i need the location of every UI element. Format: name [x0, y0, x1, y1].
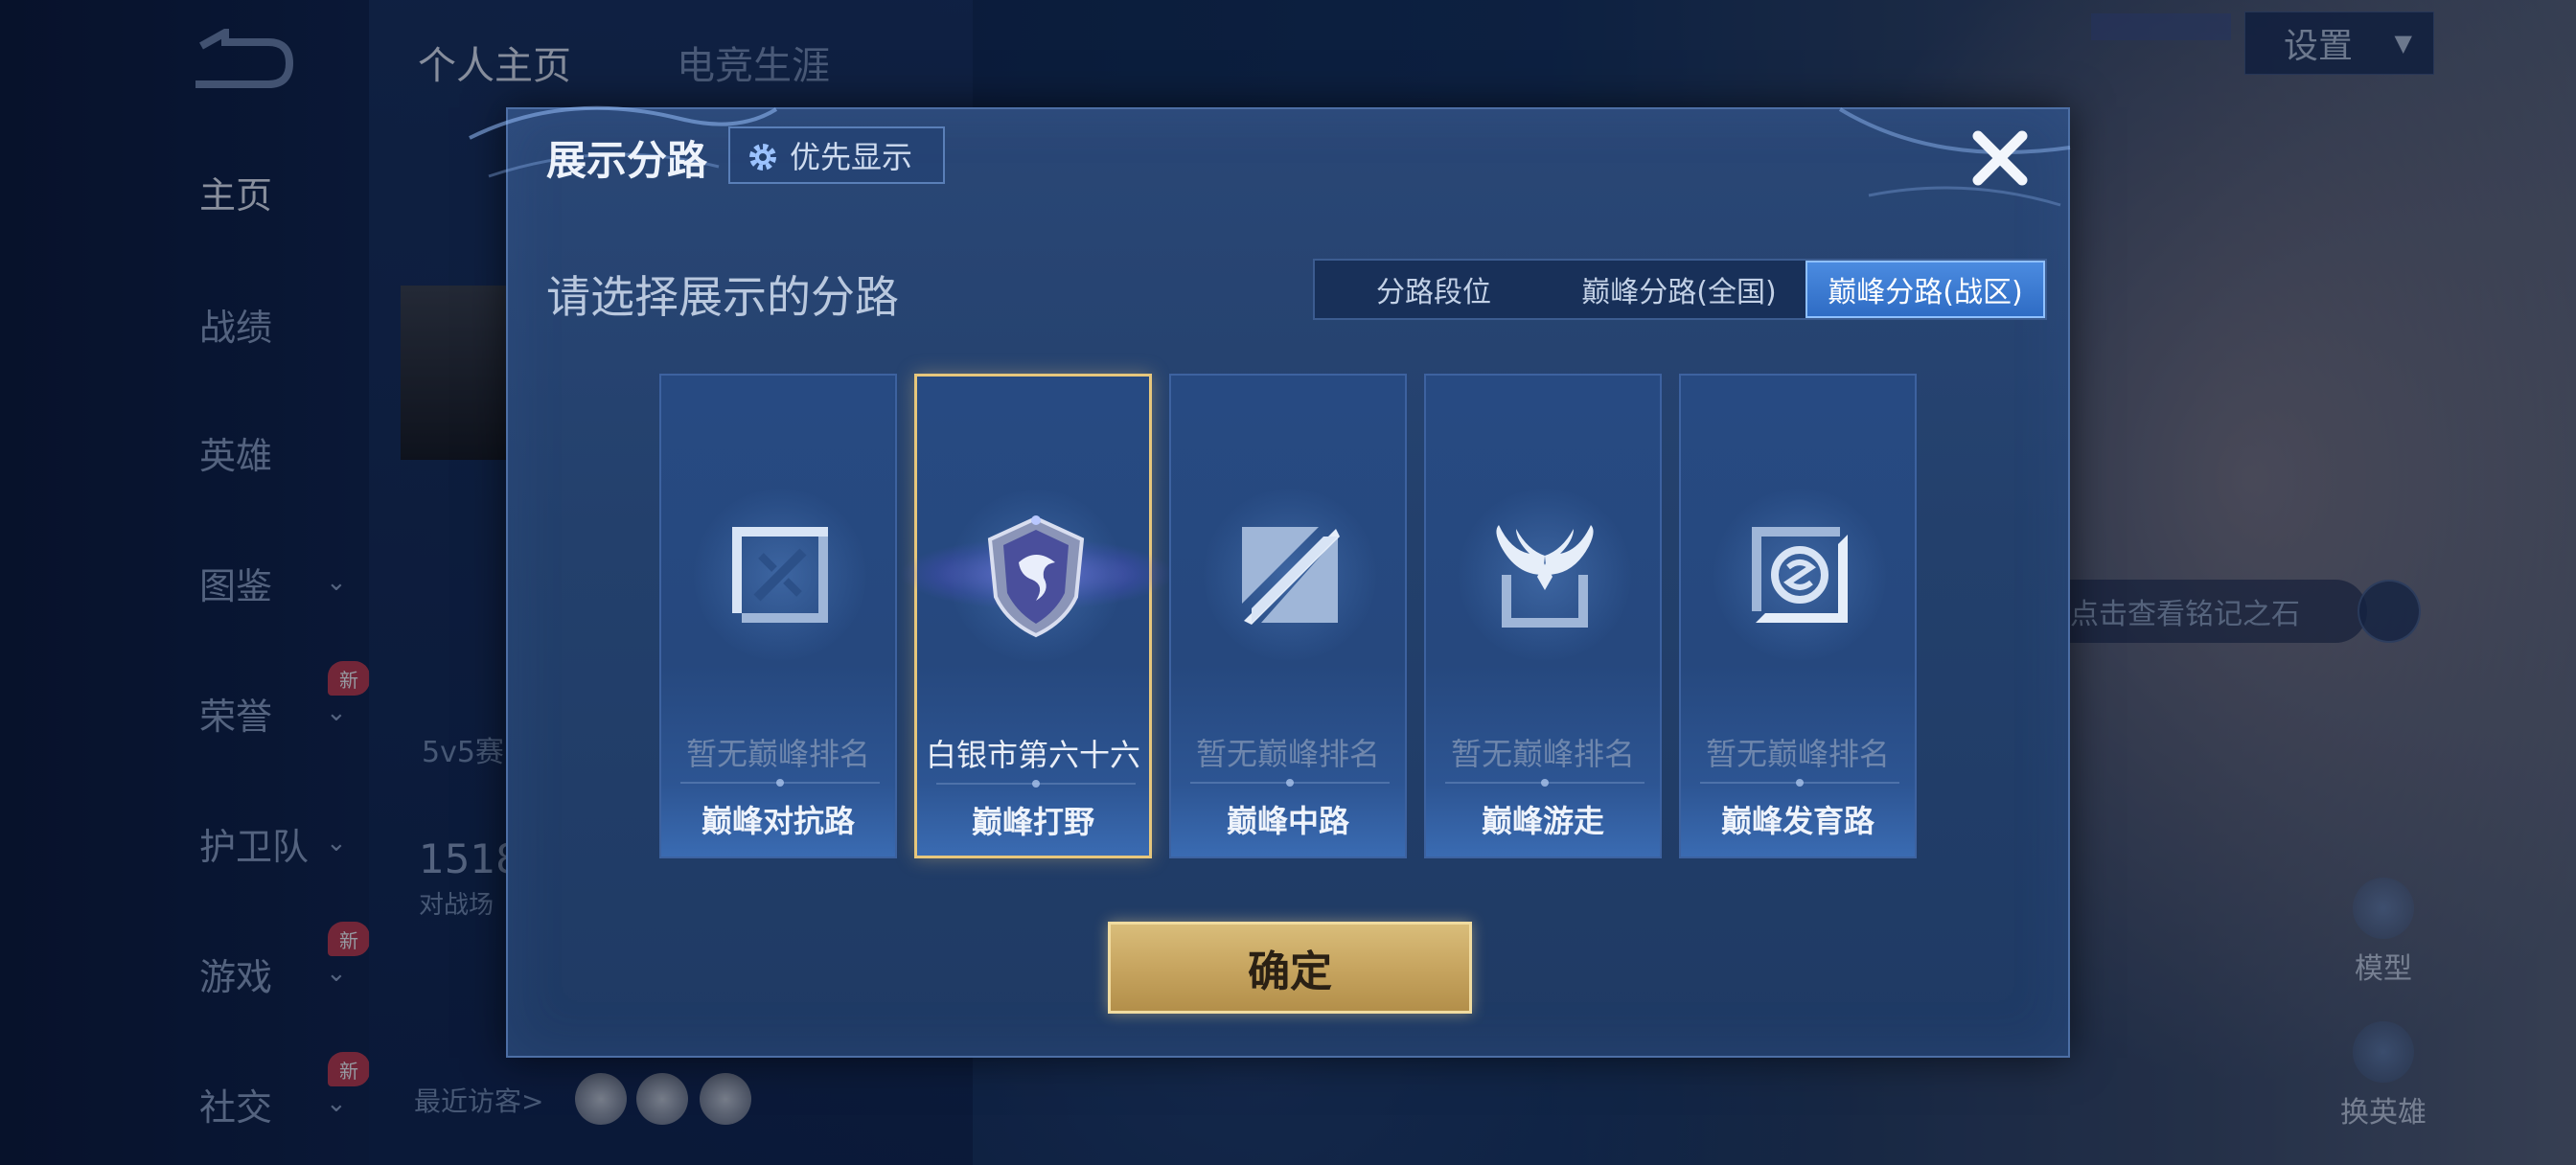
close-icon[interactable]: [1966, 125, 2034, 192]
lane-rank-text: 暂无巅峰排名: [1450, 736, 1635, 772]
segment-lane-rank[interactable]: 分路段位: [1315, 261, 1552, 318]
lane-display-dialog: 展示分路 优先显示 请选择展示的分路 分路段位 巅峰分路(全国) 巅峰分路(战区…: [469, 105, 2071, 1058]
jungle-emblem-icon: [987, 515, 1085, 638]
lane-rank-text: 暂无巅峰排名: [685, 736, 870, 772]
decorative-swirl: [1838, 107, 2071, 207]
segment-peak-national[interactable]: 巅峰分路(全国): [1552, 261, 1806, 318]
lane-card-farm[interactable]: 暂无巅峰排名 巅峰发育路: [1679, 374, 1917, 858]
lane-rank-text: 暂无巅峰排名: [1195, 736, 1380, 772]
lane-name: 巅峰中路: [1226, 803, 1349, 839]
divider: [1700, 779, 1899, 787]
dialog-title: 展示分路: [546, 137, 708, 184]
lane-card-roam[interactable]: 暂无巅峰排名 巅峰游走: [1424, 374, 1662, 858]
lane-name: 巅峰对抗路: [701, 803, 855, 839]
lane-card-mid[interactable]: 暂无巅峰排名 巅峰中路: [1169, 374, 1407, 858]
lane-name: 巅峰打野: [971, 804, 1094, 840]
lane-card-jungle[interactable]: 白银市第六十六 巅峰打野: [850, 374, 1224, 858]
dialog-subtitle: 请选择展示的分路: [546, 271, 899, 323]
mid-lane-icon: [1242, 527, 1340, 625]
roam-wings-icon: [1496, 525, 1594, 628]
priority-display-button[interactable]: 优先显示: [728, 126, 945, 184]
farm-lane-icon: [1752, 527, 1848, 623]
priority-label: 优先显示: [790, 139, 913, 175]
lane-source-segmented-control: 分路段位 巅峰分路(全国) 巅峰分路(战区): [1313, 259, 2047, 320]
divider: [1190, 779, 1390, 787]
divider: [936, 780, 1136, 788]
divider: [680, 779, 880, 787]
segment-peak-region[interactable]: 巅峰分路(战区): [1806, 261, 2045, 318]
lane-rank-text: 白银市第六十六: [925, 737, 1140, 773]
lane-name: 巅峰游走: [1481, 803, 1604, 839]
confirm-button[interactable]: 确定: [1108, 922, 1472, 1014]
lane-name: 巅峰发育路: [1720, 803, 1874, 839]
divider: [1445, 779, 1644, 787]
clash-lane-icon: [732, 527, 828, 623]
lane-rank-text: 暂无巅峰排名: [1705, 736, 1890, 772]
lane-card-clash[interactable]: 暂无巅峰排名 巅峰对抗路: [659, 374, 897, 858]
gear-icon: [749, 144, 776, 171]
